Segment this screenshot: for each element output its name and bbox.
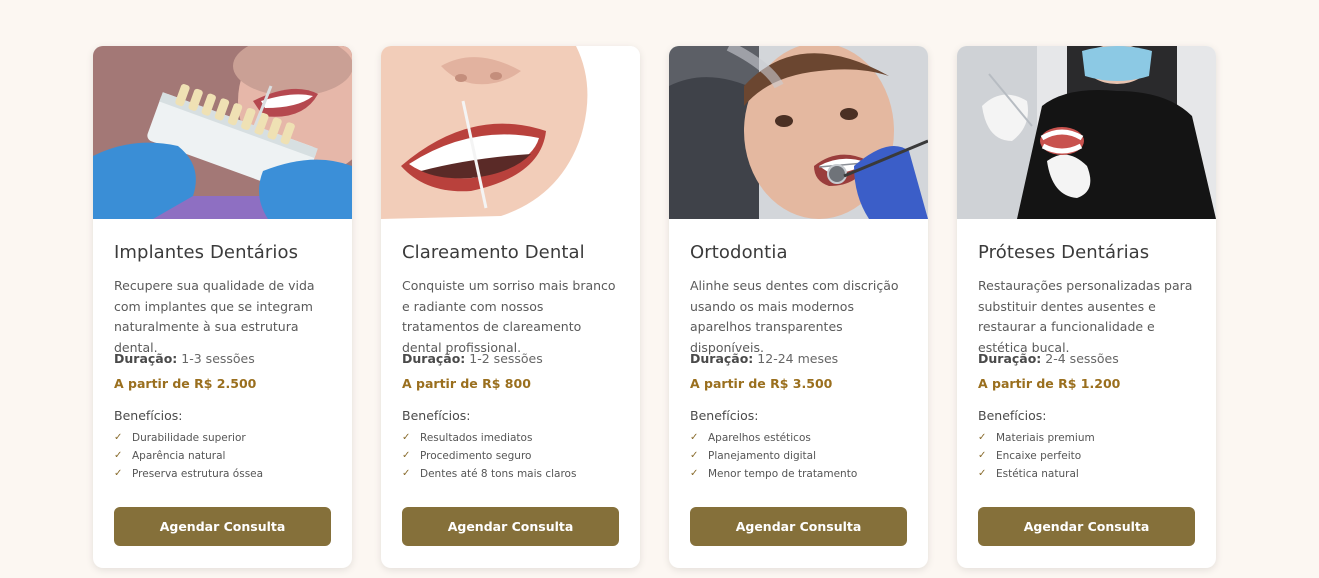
schedule-consultation-button[interactable]: Agendar Consulta <box>114 507 331 546</box>
check-icon: ✓ <box>978 450 987 461</box>
service-card-proteses: Próteses Dentárias Restaurações personal… <box>957 46 1216 568</box>
card-description: Alinhe seus dentes com discrição usando … <box>690 278 899 355</box>
check-icon: ✓ <box>114 450 123 461</box>
duration-label: Duração: <box>114 351 178 366</box>
benefits-list: ✓ Aparelhos estéticos ✓ Planejamento digit… <box>690 429 907 483</box>
card-description: Conquiste um sorriso mais branco e radia… <box>402 278 616 355</box>
service-card-ortodontia: Ortodontia Alinhe seus dentes com discri… <box>669 46 928 568</box>
duration: Duração: 2-4 sessões <box>978 350 1195 368</box>
card-title: Implantes Dentários <box>114 242 299 263</box>
duration-value: 12-24 meses <box>757 351 839 366</box>
list-item: ✓ Procedimento seguro <box>402 447 619 465</box>
benefit-label: Materiais premium <box>996 432 1095 444</box>
benefit-label: Aparelhos estéticos <box>708 432 811 444</box>
benefit-label: Planejamento digital <box>708 450 817 462</box>
benefit-label: Resultados imediatos <box>420 432 533 444</box>
duration-label: Duração: <box>978 351 1042 366</box>
check-icon: ✓ <box>690 468 699 479</box>
benefits-list: ✓ Resultados imediatos ✓ Procedimento segu… <box>402 429 619 483</box>
service-card-implantes: Implantes Dentários Recupere sua qualida… <box>93 46 352 568</box>
service-card-clareamento: Clareamento Dental Conquiste um sorriso … <box>381 46 640 568</box>
price: A partir de R$ 2.500 <box>114 376 257 391</box>
schedule-consultation-button[interactable]: Agendar Consulta <box>690 507 907 546</box>
check-icon: ✓ <box>690 432 699 443</box>
duration: Duração: 1-2 sessões <box>402 350 619 368</box>
services-grid: Implantes Dentários Recupere sua qualida… <box>93 46 1216 568</box>
benefits-title: Benefícios: <box>978 408 1047 423</box>
check-icon: ✓ <box>978 432 987 443</box>
list-item: ✓ Encaixe perfeito <box>978 447 1195 465</box>
benefit-label: Dentes até 8 tons mais claros <box>420 468 577 480</box>
check-icon: ✓ <box>402 468 411 479</box>
duration: Duração: 1-3 sessões <box>114 350 331 368</box>
price: A partir de R$ 3.500 <box>690 376 833 391</box>
check-icon: ✓ <box>978 468 987 479</box>
check-icon: ✓ <box>114 468 123 479</box>
benefit-label: Estética natural <box>996 468 1079 480</box>
dental-prosthesis-photo <box>957 46 1216 219</box>
list-item: ✓ Materiais premium <box>978 429 1195 447</box>
implant-shade-guide-photo <box>93 46 352 219</box>
benefits-title: Benefícios: <box>114 408 183 423</box>
benefits-list: ✓ Durabilidade superior ✓ Aparência natura… <box>114 429 331 483</box>
schedule-consultation-button[interactable]: Agendar Consulta <box>402 507 619 546</box>
benefits-title: Benefícios: <box>402 408 471 423</box>
benefit-label: Durabilidade superior <box>132 432 246 444</box>
list-item: ✓ Dentes até 8 tons mais claros <box>402 465 619 483</box>
benefits-title: Benefícios: <box>690 408 759 423</box>
duration-label: Duração: <box>402 351 466 366</box>
benefit-label: Encaixe perfeito <box>996 450 1082 462</box>
list-item: ✓ Aparelhos estéticos <box>690 429 907 447</box>
card-title: Próteses Dentárias <box>978 242 1150 263</box>
card-title: Clareamento Dental <box>402 242 585 263</box>
list-item: ✓ Aparência natural <box>114 447 331 465</box>
benefit-label: Menor tempo de tratamento <box>708 468 858 480</box>
duration-label: Duração: <box>690 351 754 366</box>
list-item: ✓ Menor tempo de tratamento <box>690 465 907 483</box>
card-title: Ortodontia <box>690 242 788 263</box>
check-icon: ✓ <box>402 432 411 443</box>
duration: Duração: 12-24 meses <box>690 350 907 368</box>
schedule-consultation-button[interactable]: Agendar Consulta <box>978 507 1195 546</box>
benefit-label: Preserva estrutura óssea <box>132 468 264 480</box>
benefit-label: Procedimento seguro <box>420 450 532 462</box>
check-icon: ✓ <box>690 450 699 461</box>
orthodontics-patient-photo <box>669 46 928 219</box>
benefit-label: Aparência natural <box>132 450 226 462</box>
price: A partir de R$ 1.200 <box>978 376 1121 391</box>
duration-value: 1-2 sessões <box>469 351 543 366</box>
check-icon: ✓ <box>402 450 411 461</box>
benefits-list: ✓ Materiais premium ✓ Encaixe perfeito ✓ Es… <box>978 429 1195 483</box>
check-icon: ✓ <box>114 432 123 443</box>
price: A partir de R$ 800 <box>402 376 531 391</box>
list-item: ✓ Resultados imediatos <box>402 429 619 447</box>
list-item: ✓ Planejamento digital <box>690 447 907 465</box>
card-description: Restaurações personalizadas para substit… <box>978 278 1193 355</box>
list-item: ✓ Preserva estrutura óssea <box>114 465 331 483</box>
list-item: ✓ Estética natural <box>978 465 1195 483</box>
card-description: Recupere sua qualidade de vida com impla… <box>114 278 315 355</box>
duration-value: 1-3 sessões <box>181 351 255 366</box>
whitening-smile-photo <box>381 46 640 219</box>
duration-value: 2-4 sessões <box>1045 351 1119 366</box>
list-item: ✓ Durabilidade superior <box>114 429 331 447</box>
